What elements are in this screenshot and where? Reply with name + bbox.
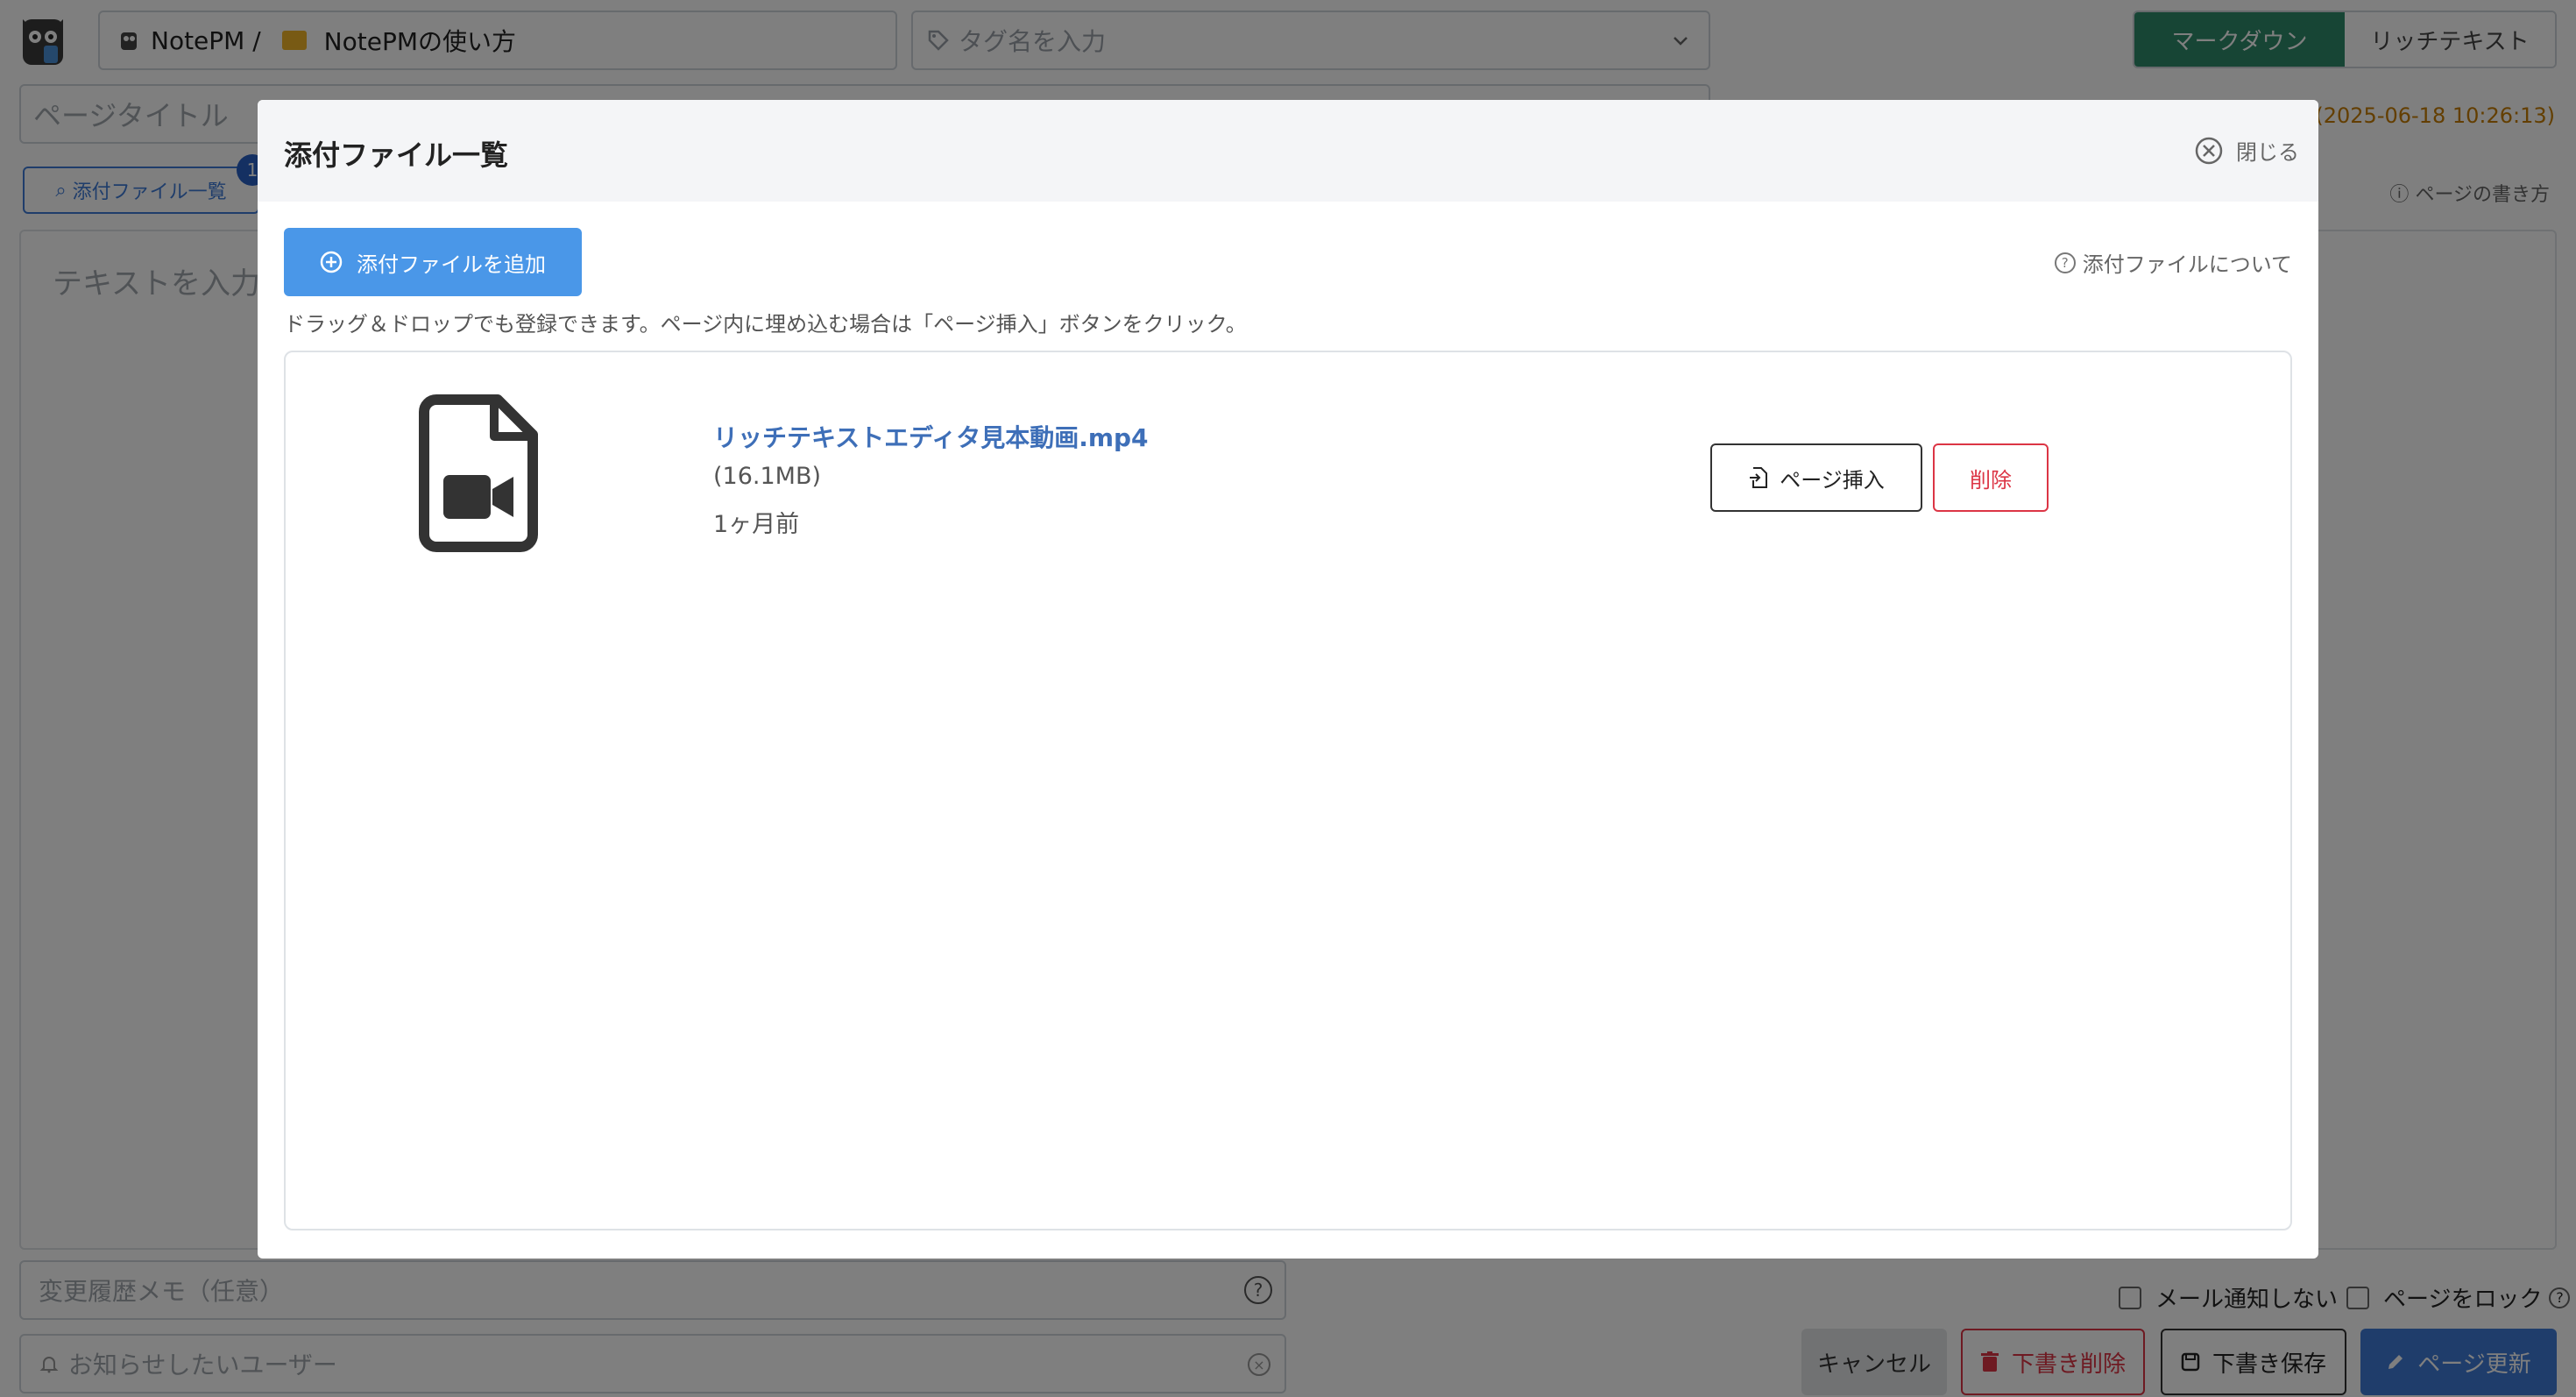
insert-label: ページ挿入 [1780, 467, 1885, 493]
plus-circle-icon [320, 251, 343, 273]
delete-file-button[interactable]: 削除 [1933, 443, 2049, 512]
file-video-icon [419, 394, 538, 552]
about-attachments-label: 添付ファイルについて [2082, 252, 2292, 277]
modal-header: 添付ファイル一覧 閉じる [258, 100, 2318, 202]
close-button[interactable]: 閉じる [2194, 135, 2299, 166]
drag-drop-help-text: ドラッグ＆ドロップでも登録できます。ページ内に埋め込む場合は「ページ挿入」ボタン… [284, 312, 1247, 337]
insert-into-page-button[interactable]: ページ挿入 [1710, 443, 1922, 512]
file-import-icon [1750, 467, 1768, 488]
modal-title: 添付ファイル一覧 [284, 138, 509, 172]
attachments-modal: 添付ファイル一覧 閉じる 添付ファイルを追加 ? 添付ファイルについて ドラッグ… [258, 100, 2318, 1259]
file-name-link[interactable]: リッチテキストエディタ見本動画.mp4 [713, 419, 1149, 454]
question-icon: ? [2054, 252, 2076, 273]
add-attachment-label: 添付ファイルを追加 [357, 252, 546, 277]
close-circle-icon [2195, 137, 2223, 164]
file-date: 1ヶ月前 [713, 511, 800, 538]
attachment-list: リッチテキストエディタ見本動画.mp4 (16.1MB) 1ヶ月前 ページ挿入 … [284, 351, 2292, 1230]
close-label: 閉じる [2236, 140, 2299, 165]
file-size: (16.1MB) [713, 463, 822, 490]
about-attachments-link[interactable]: ? 添付ファイルについて [2054, 247, 2292, 278]
add-attachment-button[interactable]: 添付ファイルを追加 [284, 228, 582, 296]
